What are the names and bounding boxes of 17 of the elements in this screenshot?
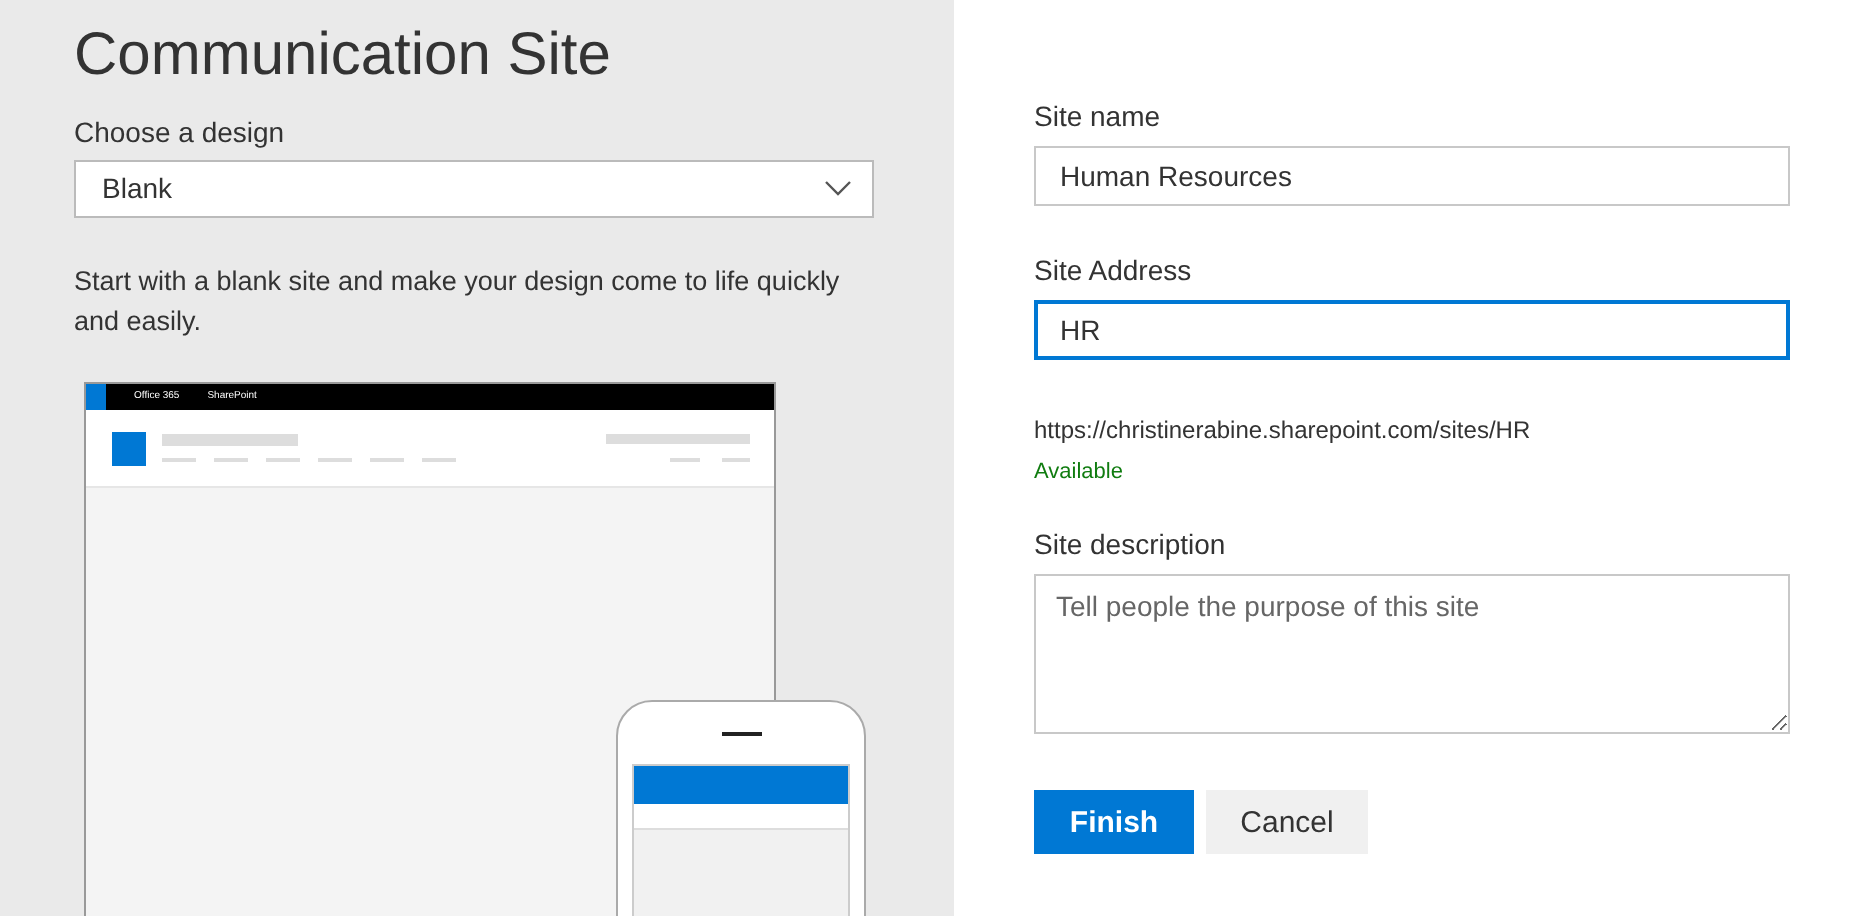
design-description: Start with a blank site and make your design come to life quickly and easily.: [74, 263, 842, 340]
text-field[interactable]: Human Resources: [1034, 146, 1790, 206]
finish-button[interactable]: Finish: [1034, 790, 1194, 854]
app-launcher-icon: [86, 383, 106, 410]
field-label: Site description: [1034, 528, 1228, 560]
chevron-down-icon: [824, 180, 852, 197]
text-field[interactable]: HR: [1034, 300, 1790, 360]
field-label: Choose a design: [74, 116, 287, 148]
field-label: Site Address: [1034, 254, 1194, 286]
availability-status: Available: [1034, 460, 1125, 484]
site-logo-icon: [112, 431, 146, 466]
cancel-button[interactable]: Cancel: [1206, 790, 1368, 854]
description-field[interactable]: Tell people the purpose of this site: [1034, 574, 1790, 734]
field-label: Site name: [1034, 100, 1163, 132]
site-url: https://christinerabine.sharepoint.com/sites/HR: [1034, 416, 1533, 444]
design-dropdown[interactable]: Blank: [74, 160, 874, 218]
page-title: Communication Site: [74, 20, 613, 92]
